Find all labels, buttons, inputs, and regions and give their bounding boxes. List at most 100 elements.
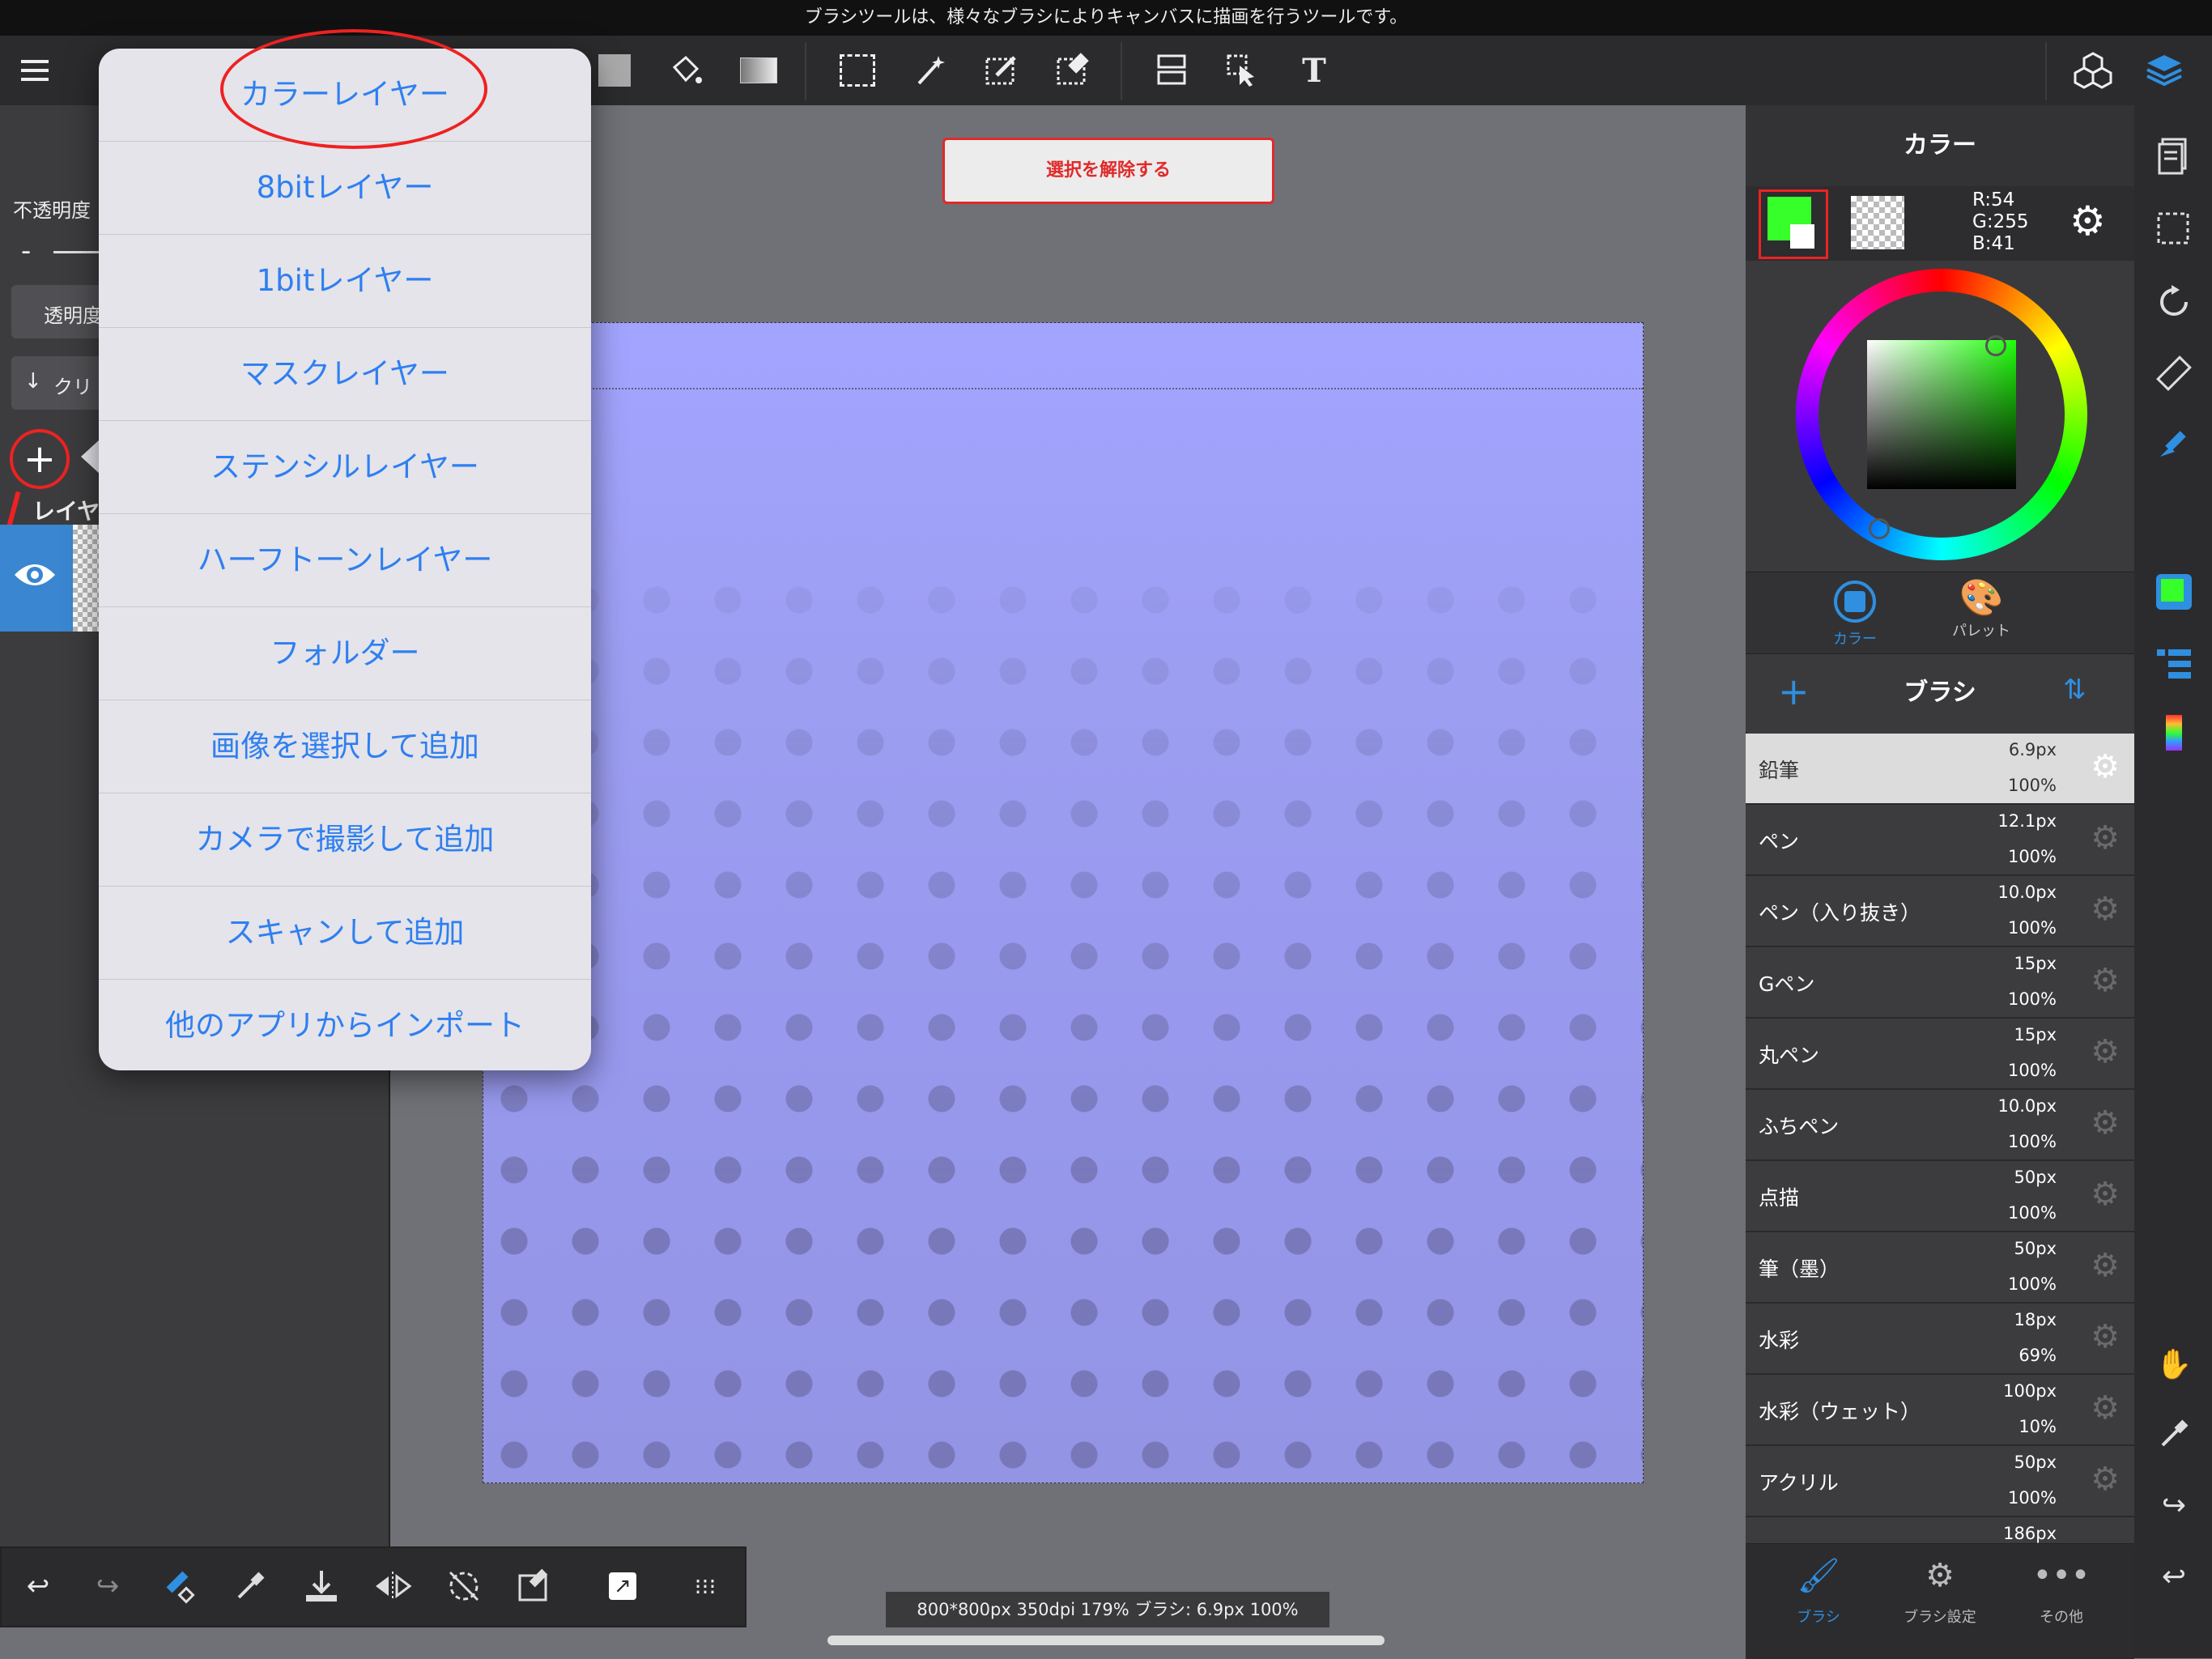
rgb-readout: R:54 G:255 B:41 (1972, 189, 2028, 255)
magic-wand-icon[interactable] (910, 50, 951, 91)
brush-size: 15px (2014, 1025, 2057, 1044)
eyedropper-icon[interactable] (230, 1566, 270, 1606)
transparent-color[interactable] (1851, 196, 1904, 249)
color-settings-gear-icon[interactable]: ⚙ (2069, 201, 2106, 241)
layer-row[interactable] (0, 525, 99, 632)
menu-item-8bit-layer[interactable]: 8bitレイヤー (99, 142, 591, 235)
canvas-status: 800*800px 350dpi 179% ブラシ: 6.9px 100% (886, 1592, 1329, 1627)
redo-strip-icon[interactable]: ↪ (2154, 1485, 2194, 1525)
brush-settings-gear-icon[interactable]: ⚙ (2091, 891, 2120, 928)
brush-settings-gear-icon[interactable]: ⚙ (2091, 819, 2120, 857)
menu-item-halftone-layer[interactable]: ハーフトーンレイヤー (99, 514, 591, 607)
brush-settings-gear-icon[interactable]: ⚙ (2091, 1104, 2120, 1142)
layers-icon[interactable] (2144, 50, 2184, 91)
brush-settings-gear-icon[interactable]: ⚙ (2091, 1461, 2120, 1498)
grid-icon[interactable]: ⁝⁝⁝ (685, 1566, 725, 1606)
menu-icon[interactable] (15, 50, 55, 91)
rotate-canvas-icon[interactable] (2154, 282, 2194, 322)
transform-icon[interactable] (1151, 50, 1192, 91)
hue-picker-handle[interactable] (1869, 518, 1890, 539)
brush-row-fuchi-pen[interactable]: ふちペン 10.0px 100% ⚙ (1746, 1090, 2134, 1161)
select-pen-icon[interactable] (981, 50, 1022, 91)
menu-item-mask-layer[interactable]: マスクレイヤー (99, 328, 591, 421)
select-eraser-icon[interactable] (1053, 50, 1093, 91)
saturation-value-square[interactable] (1867, 340, 2016, 489)
add-layer-button[interactable]: + (10, 429, 70, 489)
undo-strip-icon[interactable]: ↩ (2154, 1556, 2194, 1597)
brush-row-pen-taper[interactable]: ペン（入り抜き） 10.0px 100% ⚙ (1746, 876, 2134, 947)
tab-brush[interactable]: 🖌 ブラシ (1762, 1554, 1875, 1627)
eye-icon[interactable] (13, 559, 57, 591)
flip-icon[interactable] (372, 1566, 413, 1606)
palette-strip-icon[interactable] (2154, 713, 2194, 753)
gradient-icon[interactable] (738, 50, 779, 91)
color-tabs: カラー 🎨 パレット (1746, 572, 2134, 654)
brush-row-g-pen[interactable]: Gペン 15px 100% ⚙ (1746, 947, 2134, 1019)
brush-settings-gear-icon[interactable]: ⚙ (2091, 962, 2120, 999)
tab-brush-label: ブラシ (1797, 1609, 1840, 1626)
export-icon[interactable]: ↗ (602, 1566, 643, 1606)
brush-settings-gear-icon[interactable]: ⚙ (2091, 1033, 2120, 1070)
tab-brush-settings[interactable]: ⚙ ブラシ設定 (1883, 1554, 1997, 1627)
brush-bottom-tabs: 🖌 ブラシ ⚙ ブラシ設定 ••• その他 (1746, 1543, 2134, 1659)
menu-item-add-from-image[interactable]: 画像を選択して追加 (99, 700, 591, 793)
brush-name: 水彩（ウェット） (1759, 1400, 1921, 1423)
tab-color[interactable]: カラー (1794, 577, 1916, 650)
brush-opacity: 100% (2007, 776, 2057, 795)
sv-picker-handle[interactable] (1985, 335, 2006, 356)
text-icon[interactable]: T (1294, 50, 1334, 91)
fill-bucket-icon[interactable] (666, 50, 706, 91)
brush-opacity: 100% (2007, 847, 2057, 866)
brush-settings-gear-icon[interactable]: ⚙ (2091, 1318, 2120, 1355)
brush-row-watercolor-wet[interactable]: 水彩（ウェット） 100px 10% ⚙ (1746, 1375, 2134, 1446)
selection-layer-icon[interactable] (2154, 209, 2194, 249)
opacity-slider[interactable] (53, 251, 102, 253)
color-wheel-area (1746, 261, 2134, 572)
eyedropper-strip-icon[interactable] (2154, 1414, 2194, 1454)
brush-name: ペン (1759, 830, 1800, 853)
brush-row-partial[interactable]: 186px (1746, 1517, 2134, 1545)
brush-row-watercolor[interactable]: 水彩 18px 69% ⚙ (1746, 1304, 2134, 1375)
brush-settings-gear-icon[interactable]: ⚙ (2091, 748, 2120, 785)
save-icon[interactable] (301, 1566, 342, 1606)
hand-icon[interactable]: ✋ (2154, 1344, 2194, 1385)
brush-row-ink-brush[interactable]: 筆（墨） 50px 100% ⚙ (1746, 1232, 2134, 1304)
deselect-button[interactable]: 選択を解除する (942, 138, 1274, 204)
select-edit-icon[interactable] (515, 1566, 555, 1606)
undo-icon[interactable]: ↩ (18, 1566, 58, 1606)
pages-icon[interactable] (2154, 136, 2194, 177)
brush-row-stipple[interactable]: 点描 50px 100% ⚙ (1746, 1161, 2134, 1232)
brush-row-pencil[interactable]: 鉛筆 6.9px 100% ⚙ (1746, 734, 2134, 805)
redo-icon[interactable]: ↪ (87, 1566, 128, 1606)
tab-other[interactable]: ••• その他 (2005, 1554, 2118, 1627)
brush-settings-gear-icon[interactable]: ⚙ (2091, 1389, 2120, 1427)
color-swatch-icon[interactable] (594, 50, 635, 91)
material-icon[interactable] (2073, 50, 2113, 91)
menu-item-stencil-layer[interactable]: ステンシルレイヤー (99, 421, 591, 514)
menu-item-folder[interactable]: フォルダー (99, 607, 591, 700)
rotate-reset-icon[interactable] (444, 1566, 484, 1606)
clipping-label: クリ (53, 376, 92, 398)
brush-settings-gear-icon[interactable]: ⚙ (2091, 1247, 2120, 1284)
home-indicator[interactable] (827, 1636, 1385, 1645)
brush-row-acrylic[interactable]: アクリル 50px 100% ⚙ (1746, 1446, 2134, 1517)
brush-row-maru-pen[interactable]: 丸ペン 15px 100% ⚙ (1746, 1019, 2134, 1090)
menu-item-1bit-layer[interactable]: 1bitレイヤー (99, 235, 591, 328)
color-panel-icon[interactable] (2154, 572, 2194, 612)
select-rect-icon[interactable] (837, 50, 878, 91)
menu-item-add-from-camera[interactable]: カメラで撮影して追加 (99, 793, 591, 887)
brush-eraser-icon[interactable] (159, 1566, 199, 1606)
foreground-color[interactable] (1759, 189, 1828, 259)
drawing-canvas[interactable] (483, 322, 1644, 1483)
tab-palette[interactable]: 🎨 パレット (1921, 577, 2042, 650)
brush-settings-gear-icon[interactable]: ⚙ (2091, 1176, 2120, 1213)
menu-item-import-other-app[interactable]: 他のアプリからインポート (99, 980, 591, 1070)
brush-tool-icon[interactable] (2154, 423, 2194, 463)
brush-row-pen[interactable]: ペン 12.1px 100% ⚙ (1746, 805, 2134, 876)
sort-brush-icon[interactable]: ⇅ (2063, 674, 2087, 706)
menu-item-add-from-scan[interactable]: スキャンして追加 (99, 887, 591, 980)
move-icon[interactable] (1223, 50, 1263, 91)
opacity-minus-button[interactable]: - (21, 235, 31, 267)
brush-list-icon[interactable] (2154, 643, 2194, 683)
ruler-icon[interactable] (2154, 353, 2194, 393)
